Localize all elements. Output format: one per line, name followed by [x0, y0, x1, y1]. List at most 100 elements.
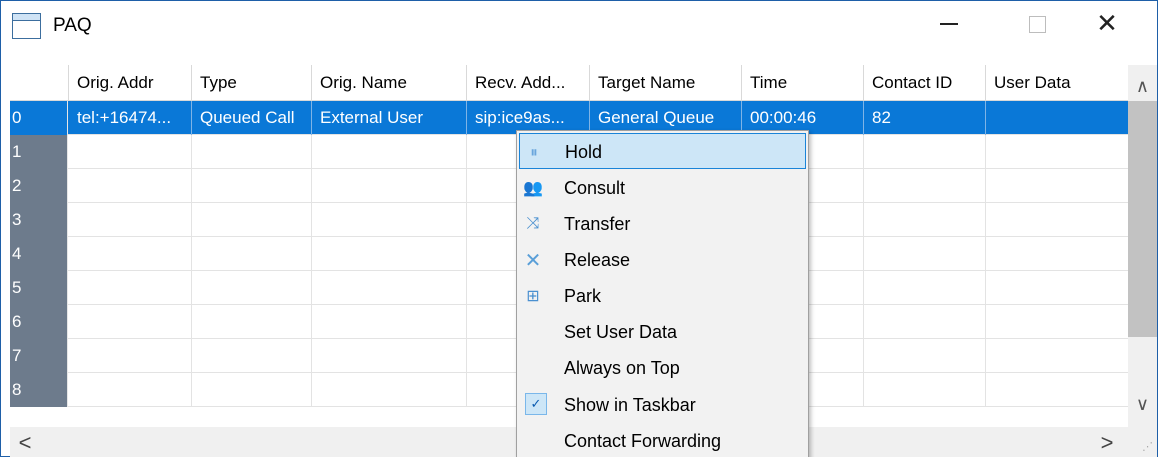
table-cell[interactable]: [312, 339, 467, 373]
scroll-left-button[interactable]: <: [10, 427, 40, 457]
table-cell[interactable]: [312, 169, 467, 203]
vertical-scrollbar[interactable]: ∧ ∨: [1128, 65, 1157, 427]
table-cell[interactable]: [69, 135, 192, 169]
consult-icon: 👥: [523, 180, 543, 197]
table-cell[interactable]: [192, 237, 312, 271]
hold-icon: ⏸: [530, 143, 538, 161]
menu-item-label: Set User Data: [564, 322, 678, 342]
table-cell[interactable]: [986, 373, 1128, 407]
minimize-button[interactable]: [926, 1, 972, 47]
table-cell[interactable]: [312, 237, 467, 271]
table-cell[interactable]: Queued Call: [192, 101, 312, 135]
table-cell[interactable]: [986, 305, 1128, 339]
column-header-orig-name[interactable]: Orig. Name: [312, 65, 467, 101]
chevron-left-icon: <: [18, 429, 32, 455]
table-cell[interactable]: [69, 339, 192, 373]
row-header[interactable]: 2: [10, 169, 68, 203]
row-header[interactable]: 8: [10, 373, 68, 407]
row-header[interactable]: 7: [10, 339, 68, 373]
scroll-down-button[interactable]: ∨: [1128, 387, 1157, 421]
column-header-recv-addr[interactable]: Recv. Add...: [467, 65, 590, 101]
table-cell[interactable]: [986, 271, 1128, 305]
table-cell[interactable]: [69, 271, 192, 305]
table-cell[interactable]: [864, 169, 986, 203]
table-cell[interactable]: [69, 373, 192, 407]
maximize-icon: [1028, 15, 1046, 33]
column-header-orig-addr[interactable]: Orig. Addr: [69, 65, 192, 101]
table-cell[interactable]: [69, 237, 192, 271]
chevron-down-icon: ∨: [1135, 393, 1150, 414]
table-cell[interactable]: [986, 339, 1128, 373]
table-cell[interactable]: [986, 169, 1128, 203]
table-cell[interactable]: [192, 339, 312, 373]
resize-grip-icon[interactable]: ⋰: [1128, 427, 1157, 457]
menu-item-label: Hold: [565, 142, 603, 162]
window-title: PAQ: [53, 15, 92, 36]
table-cell[interactable]: [312, 271, 467, 305]
table-cell[interactable]: 82: [864, 101, 986, 135]
context-menu: ⏸ Hold 👥 Consult ⤨ Transfer ✕ Release ⊞ Park Set U…: [516, 130, 809, 457]
release-icon: ✕: [524, 249, 542, 272]
table-cell[interactable]: [312, 373, 467, 407]
table-cell[interactable]: [69, 305, 192, 339]
menu-item-show-in-taskbar[interactable]: ✓ Show in Taskbar: [519, 387, 806, 423]
menu-item-label: Transfer: [564, 214, 631, 234]
table-cell[interactable]: [986, 237, 1128, 271]
table-cell[interactable]: [864, 339, 986, 373]
table-cell[interactable]: [864, 203, 986, 237]
table-cell[interactable]: [69, 169, 192, 203]
scroll-up-button[interactable]: ∧: [1128, 69, 1157, 103]
table-cell[interactable]: [192, 305, 312, 339]
table-cell[interactable]: [864, 237, 986, 271]
vertical-scroll-thumb[interactable]: [1128, 101, 1157, 337]
table-cell[interactable]: [192, 135, 312, 169]
table-cell[interactable]: [986, 135, 1128, 169]
maximize-button[interactable]: [1014, 1, 1060, 47]
column-header-user-data[interactable]: User Data: [986, 65, 1128, 101]
column-header-target-name[interactable]: Target Name: [590, 65, 742, 101]
table-cell[interactable]: [312, 305, 467, 339]
table-cell[interactable]: [192, 169, 312, 203]
menu-item-contact-forwarding[interactable]: Contact Forwarding: [519, 423, 806, 457]
row-header[interactable]: 0: [10, 101, 68, 135]
table-cell[interactable]: [864, 271, 986, 305]
menu-item-always-on-top[interactable]: Always on Top: [519, 350, 806, 386]
table-cell[interactable]: [312, 203, 467, 237]
table-cell[interactable]: [864, 373, 986, 407]
row-header[interactable]: 5: [10, 271, 68, 305]
table-cell[interactable]: [864, 305, 986, 339]
table-cell[interactable]: tel:+16474...: [69, 101, 192, 135]
table-cell[interactable]: [192, 373, 312, 407]
table-cell[interactable]: [192, 203, 312, 237]
table-cell[interactable]: [312, 135, 467, 169]
menu-item-label: Contact Forwarding: [564, 431, 722, 451]
menu-item-label: Always on Top: [564, 358, 680, 378]
column-header-type[interactable]: Type: [192, 65, 312, 101]
column-header-contact-id[interactable]: Contact ID: [864, 65, 986, 101]
row-header[interactable]: 1: [10, 135, 68, 169]
row-header[interactable]: 6: [10, 305, 68, 339]
table-cell[interactable]: [69, 203, 192, 237]
title-bar[interactable]: PAQ ✕: [1, 1, 1157, 53]
close-button[interactable]: ✕: [1084, 1, 1130, 47]
scroll-right-button[interactable]: >: [1092, 427, 1122, 457]
row-header[interactable]: 3: [10, 203, 68, 237]
table-cell[interactable]: External User: [312, 101, 467, 135]
menu-item-set-user-data[interactable]: Set User Data: [519, 314, 806, 350]
menu-item-consult[interactable]: 👥 Consult: [519, 170, 806, 206]
table-cell[interactable]: [986, 101, 1128, 135]
table-cell[interactable]: [192, 271, 312, 305]
chevron-right-icon: >: [1100, 429, 1114, 455]
menu-item-hold[interactable]: ⏸ Hold: [519, 133, 806, 169]
row-header[interactable]: 4: [10, 237, 68, 271]
table-cell[interactable]: [986, 203, 1128, 237]
chevron-up-icon: ∧: [1135, 75, 1150, 96]
column-header-time[interactable]: Time: [742, 65, 864, 101]
menu-item-label: Park: [564, 286, 602, 306]
park-icon: ⊞: [526, 288, 540, 305]
menu-item-park[interactable]: ⊞ Park: [519, 278, 806, 314]
menu-item-release[interactable]: ✕ Release: [519, 242, 806, 278]
menu-item-transfer[interactable]: ⤨ Transfer: [519, 206, 806, 242]
table-cell[interactable]: [864, 135, 986, 169]
close-icon: ✕: [1096, 9, 1118, 39]
